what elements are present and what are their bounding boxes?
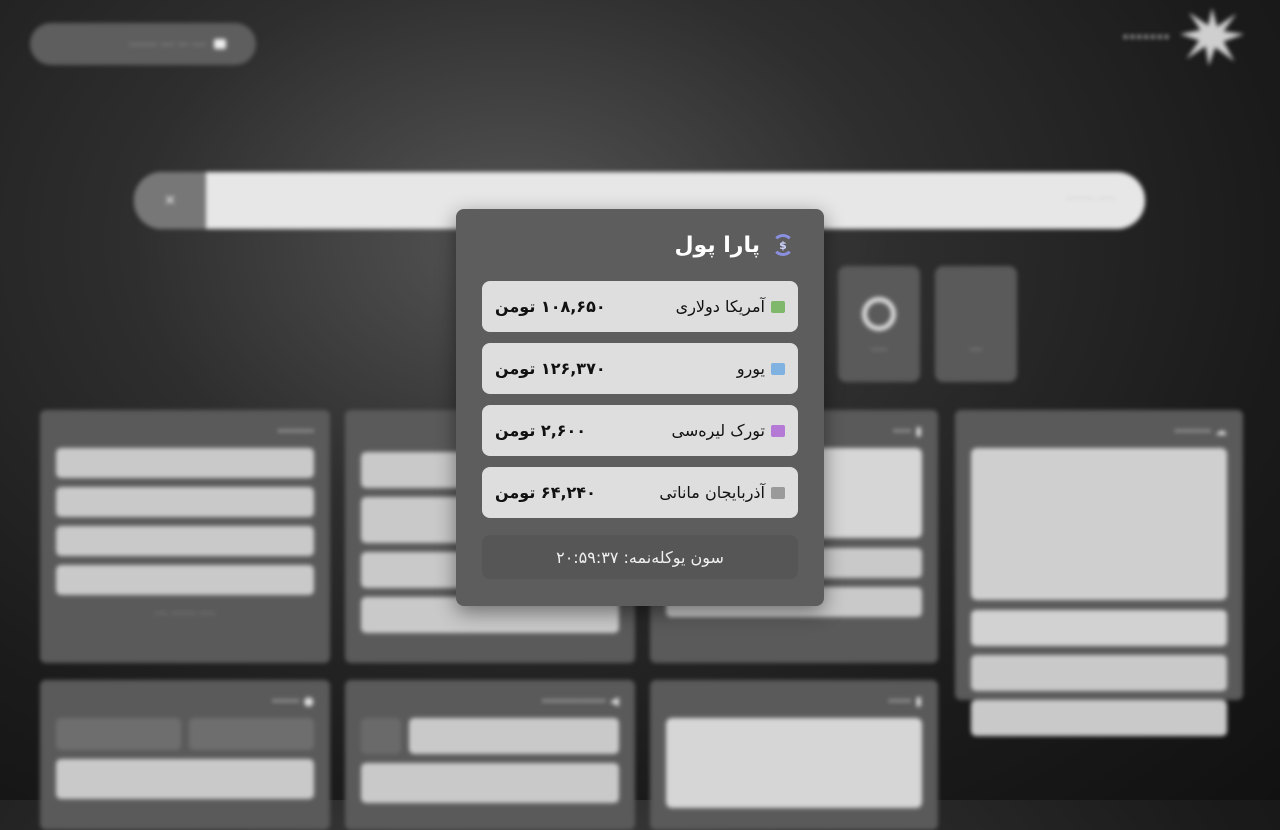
shortcut-icon — [862, 297, 896, 331]
notes-panel: ····· ▮ — [650, 680, 938, 830]
bank-icon — [771, 486, 785, 499]
rate-row-eur: یورو ۱۲۶,۳۷۰ تومن — [482, 343, 798, 394]
currency-panel: ········ ···· ········ ····· — [40, 410, 330, 663]
weather-panel: ········ ☁ — [955, 410, 1243, 736]
rate-value: ۱۰۸,۶۵۰ تومن — [495, 297, 606, 316]
currency-sync-icon — [770, 232, 796, 258]
card-header: پارا پول — [482, 209, 796, 281]
rate-row-usd: آمریکا دولاری ۱۰۸,۶۵۰ تومن — [482, 281, 798, 332]
shortcut-tile[interactable]: ····· — [838, 266, 920, 382]
currency-card: پارا پول آمریکا دولاری ۱۰۸,۶۵۰ تومن یورو… — [456, 209, 824, 606]
lira-bill-icon — [771, 424, 785, 437]
last-update-time: سون یوکله‌نمه: ۲۰:۵۹:۳۷ — [482, 535, 798, 579]
search-button[interactable]: ✕ — [134, 172, 206, 229]
rate-name: یورو — [736, 359, 765, 378]
rate-row-azn: آذربایجان ماناتی ۶۴,۲۴۰ تومن — [482, 467, 798, 518]
euro-bill-icon — [771, 362, 785, 375]
card-title: پارا پول — [674, 232, 760, 258]
rate-value: ۱۲۶,۳۷۰ تومن — [495, 359, 606, 378]
top-pill-button[interactable]: ········ ···· ··· ···· — [30, 23, 256, 65]
box-icon — [214, 39, 226, 49]
money-bill-icon — [771, 300, 785, 313]
rate-name: آذربایجان ماناتی — [659, 483, 765, 502]
rate-value: ۲,۶۰۰ تومن — [495, 421, 587, 440]
shortcut-tile[interactable]: ···· — [935, 266, 1017, 382]
panel: ·············· ◀ — [345, 680, 635, 830]
search-placeholder: ········ ····· — [1066, 192, 1115, 205]
logo-star-icon — [1180, 8, 1244, 66]
site-logo: ······· — [1122, 8, 1244, 66]
rate-name: تورک لیره‌سی — [671, 421, 765, 440]
rate-name: آمریکا دولاری — [675, 297, 765, 316]
panel: ······ ● — [40, 680, 330, 830]
rate-row-try: تورک لیره‌سی ۲,۶۰۰ تومن — [482, 405, 798, 456]
rate-value: ۶۴,۲۴۰ تومن — [495, 483, 596, 502]
